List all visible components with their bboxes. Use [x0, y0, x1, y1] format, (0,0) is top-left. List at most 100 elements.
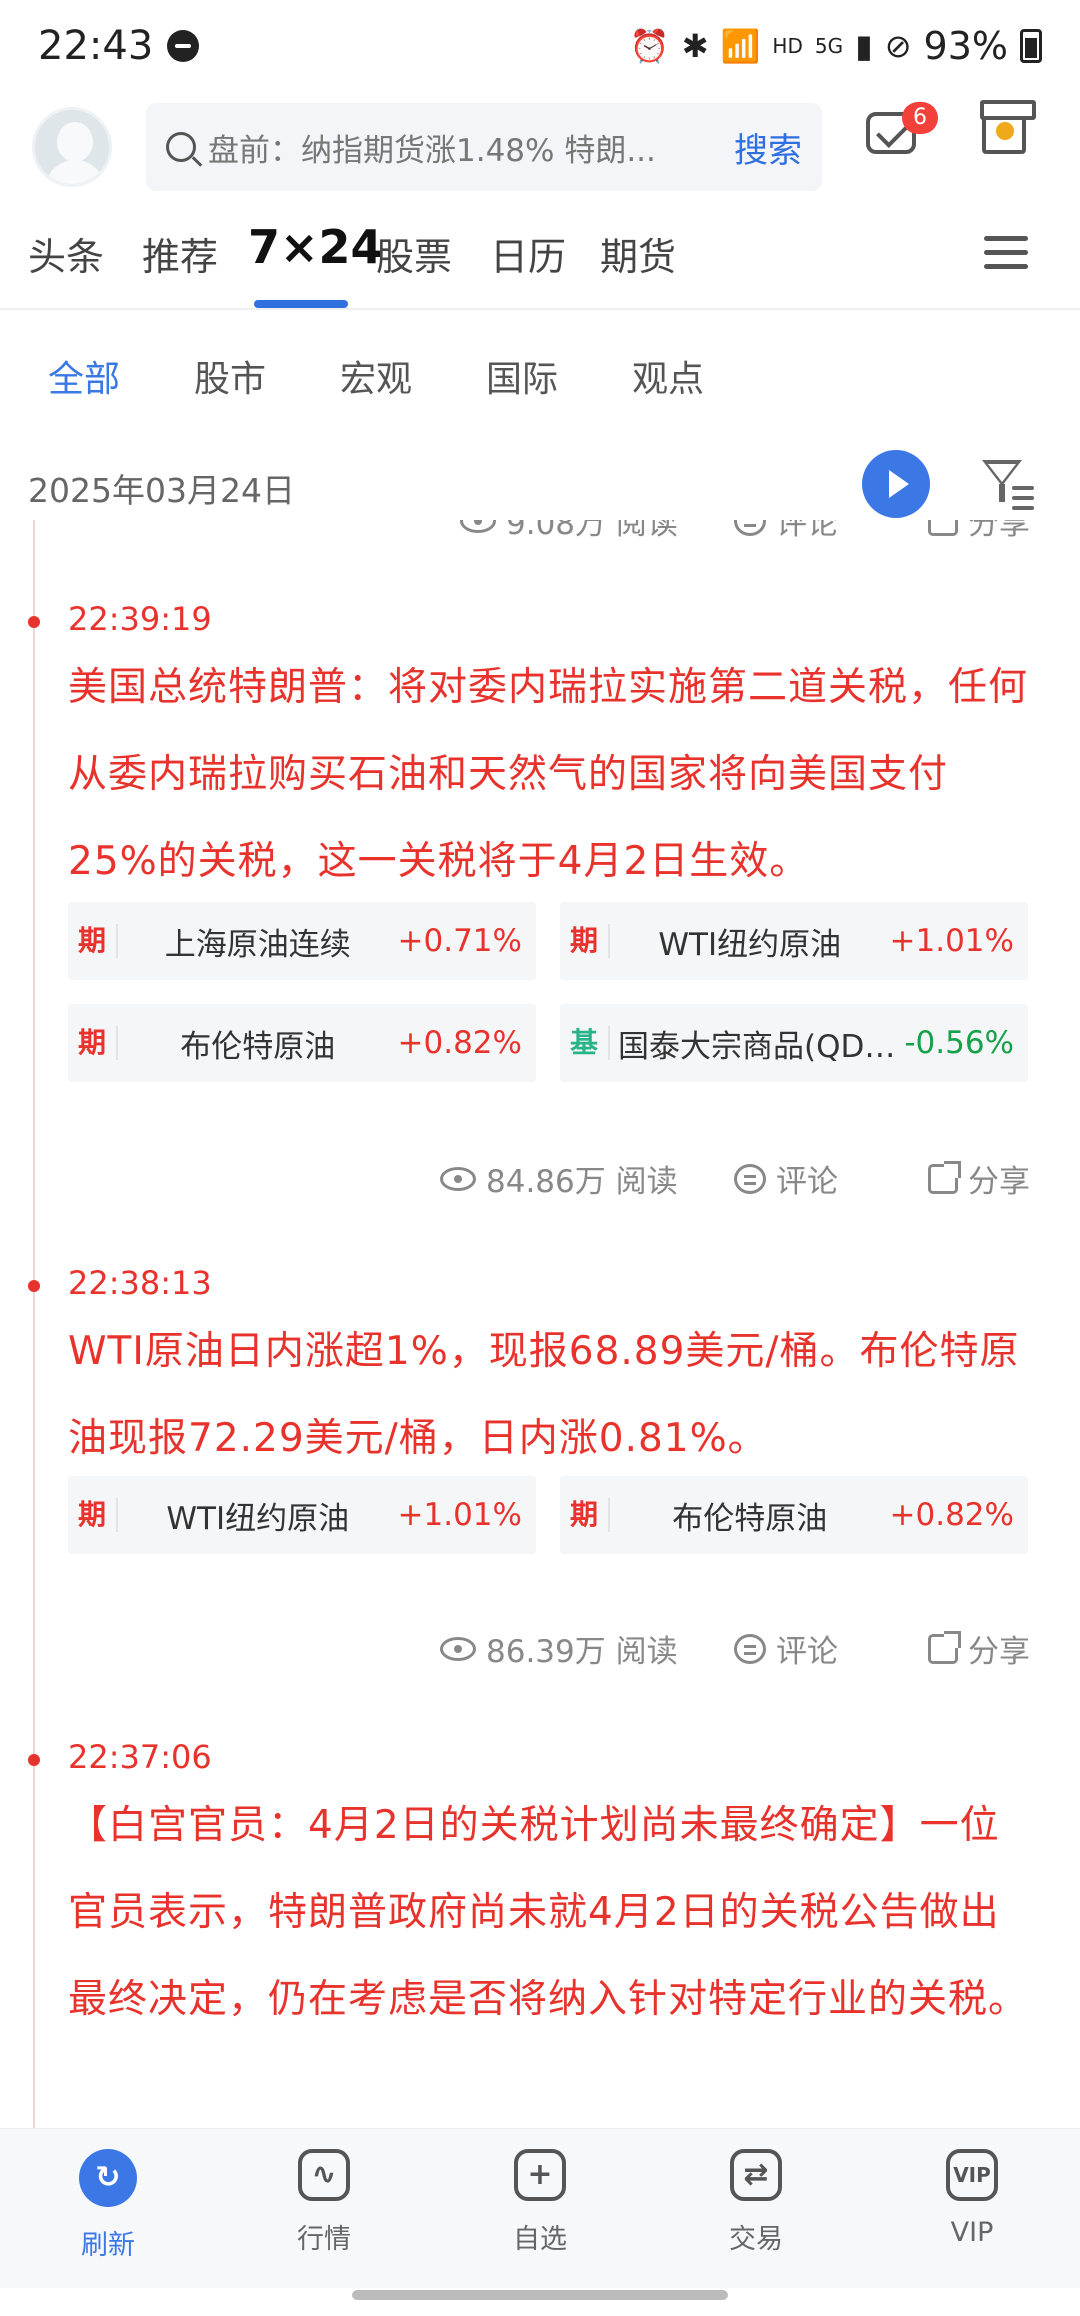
active-tab-indicator: [254, 300, 348, 308]
quote-chip[interactable]: 期 WTI纽约原油 +1.01%: [68, 1476, 536, 1554]
network-label: 5G: [814, 34, 844, 58]
subtab-opinion[interactable]: 观点: [632, 350, 704, 402]
signal-icon: ▮: [855, 27, 873, 65]
search-bar[interactable]: 盘前：纳指期货涨1.48% 特朗... 搜索: [146, 103, 822, 191]
comment-icon: [734, 1633, 766, 1664]
share-button[interactable]: 分享: [928, 1156, 1030, 1201]
news-text: 【白宫官员：4月2日的关税计划尚未最终确定】一位官员表示，特朗普政府尚未就4月2…: [68, 1803, 1029, 2022]
nav-refresh[interactable]: ↻ 刷新: [38, 2149, 178, 2262]
news-feed[interactable]: 9.08万 阅读 评论 分享 22:39:19 美国总统特朗普：将对委内瑞拉实施…: [0, 520, 1080, 2128]
blocked-icon: ⊘: [884, 27, 912, 65]
quote-name: 布伦特原油: [672, 1500, 828, 1537]
status-bar: 22:43 ⏰ ✱ 📶 HD 5G ▮ ⊘ 93%: [0, 0, 1080, 92]
search-button[interactable]: 搜索: [734, 123, 802, 172]
quote-chip[interactable]: 期 布伦特原油 +0.82%: [560, 1476, 1028, 1554]
search-input[interactable]: 盘前：纳指期货涨1.48% 特朗...: [208, 125, 718, 170]
add-icon: +: [514, 2149, 566, 2201]
comment-button[interactable]: 评论: [734, 1626, 838, 1671]
quote-chip[interactable]: 基 国泰大宗商品(QDII... -0.56%: [560, 1004, 1028, 1082]
tab-calendar[interactable]: 日历: [490, 226, 566, 281]
quote-change: +1.01%: [397, 1497, 522, 1533]
tab-futures[interactable]: 期货: [600, 226, 676, 281]
play-icon[interactable]: [862, 450, 930, 518]
avatar[interactable]: [32, 107, 112, 187]
app-header: 盘前：纳指期货涨1.48% 特朗... 搜索 6: [0, 92, 1080, 202]
nav-trade[interactable]: ⇄ 交易: [686, 2149, 826, 2256]
nav-market[interactable]: ∿ 行情: [254, 2149, 394, 2256]
search-icon: [166, 132, 196, 162]
share-icon: [928, 520, 958, 536]
read-count: 9.08万 阅读: [460, 520, 678, 543]
hd-label: HD: [772, 34, 803, 58]
trade-icon: ⇄: [730, 2149, 782, 2201]
share-button[interactable]: 分享: [928, 520, 1030, 543]
alarm-icon: ⏰: [629, 27, 670, 65]
subtab-all[interactable]: 全部: [48, 350, 120, 402]
quote-change: +0.82%: [397, 1025, 522, 1061]
do-not-disturb-icon: [167, 30, 200, 62]
sub-tabs: 全部 股市 宏观 国际 观点: [0, 330, 1080, 410]
tab-stocks[interactable]: 股票: [376, 226, 452, 281]
share-button[interactable]: 分享: [928, 1626, 1030, 1671]
bluetooth-icon: ✱: [681, 27, 709, 65]
subtab-stock-market[interactable]: 股市: [194, 350, 266, 402]
nav-vip[interactable]: VIP VIP: [902, 2149, 1042, 2248]
tab-7x24[interactable]: 7×24: [248, 220, 383, 274]
timeline-dot: [28, 1754, 40, 1766]
eye-icon: [440, 1166, 476, 1191]
news-time: 22:39:19: [68, 600, 212, 638]
tab-headlines[interactable]: 头条: [28, 226, 104, 281]
wifi-icon: 📶: [720, 27, 761, 65]
date-row: 2025年03月24日: [0, 448, 1080, 520]
feed-date: 2025年03月24日: [28, 471, 295, 510]
chart-icon: ∿: [298, 2149, 350, 2201]
timeline-dot: [28, 1280, 40, 1292]
timeline-dot: [28, 616, 40, 628]
read-count: 84.86万 阅读: [440, 1156, 678, 1201]
futures-tag: 期: [68, 1026, 118, 1060]
quote-name: WTI纽约原油: [658, 926, 842, 963]
battery-icon: [1020, 29, 1042, 63]
news-time: 22:38:13: [68, 1264, 212, 1302]
eye-icon: [460, 520, 496, 533]
bottom-nav: ↻ 刷新 ∿ 行情 + 自选 ⇄ 交易 VIP VIP: [0, 2128, 1080, 2288]
share-icon: [928, 1630, 961, 1664]
comment-button[interactable]: 评论: [734, 1156, 838, 1201]
quote-name: 布伦特原油: [180, 1028, 336, 1065]
quote-name: 国泰大宗商品(QDII...: [618, 1028, 905, 1065]
comment-button[interactable]: 评论: [734, 520, 838, 543]
gift-icon[interactable]: [980, 100, 1036, 154]
battery-percent: 93%: [923, 24, 1008, 68]
news-time: 22:37:06: [68, 1738, 212, 1776]
status-icons: ⏰ ✱ 📶 HD 5G ▮ ⊘ 93%: [630, 24, 1042, 68]
vip-icon: VIP: [946, 2149, 998, 2201]
stats-row: 84.86万 阅读 评论 分享: [0, 1156, 1080, 1206]
share-icon: [928, 1160, 961, 1194]
filter-icon[interactable]: [982, 456, 1036, 512]
quote-change: +1.01%: [889, 923, 1014, 959]
quote-chip[interactable]: 期 布伦特原油 +0.82%: [68, 1004, 536, 1082]
quote-chip[interactable]: 期 上海原油连续 +0.71%: [68, 902, 536, 980]
stats-row: 86.39万 阅读 评论 分享: [0, 1626, 1080, 1676]
futures-tag: 期: [68, 924, 118, 958]
subtab-macro[interactable]: 宏观: [340, 350, 412, 402]
nav-watchlist[interactable]: + 自选: [470, 2149, 610, 2256]
quote-change: +0.82%: [889, 1497, 1014, 1533]
timeline-line: [33, 520, 35, 2128]
subtab-international[interactable]: 国际: [486, 350, 558, 402]
refresh-icon: ↻: [79, 2149, 137, 2207]
quote-change: +0.71%: [397, 923, 522, 959]
comment-icon: [734, 1163, 766, 1194]
tab-recommend[interactable]: 推荐: [142, 226, 218, 281]
quote-change: -0.56%: [904, 1025, 1014, 1061]
home-indicator[interactable]: [352, 2290, 728, 2300]
menu-icon[interactable]: [984, 236, 1028, 270]
main-tabs: 头条 推荐 7×24 股票 日历 期货: [0, 212, 1080, 310]
mail-badge: 6: [902, 102, 938, 134]
news-text: 美国总统特朗普：将对委内瑞拉实施第二道关税，任何从委内瑞拉购买石油和天然气的国家…: [68, 665, 1029, 884]
quote-chip[interactable]: 期 WTI纽约原油 +1.01%: [560, 902, 1028, 980]
futures-tag: 期: [560, 1498, 610, 1532]
quote-name: 上海原油连续: [164, 926, 351, 963]
futures-tag: 期: [68, 1498, 118, 1532]
partial-stats-row: 9.08万 阅读 评论 分享: [0, 520, 1080, 548]
